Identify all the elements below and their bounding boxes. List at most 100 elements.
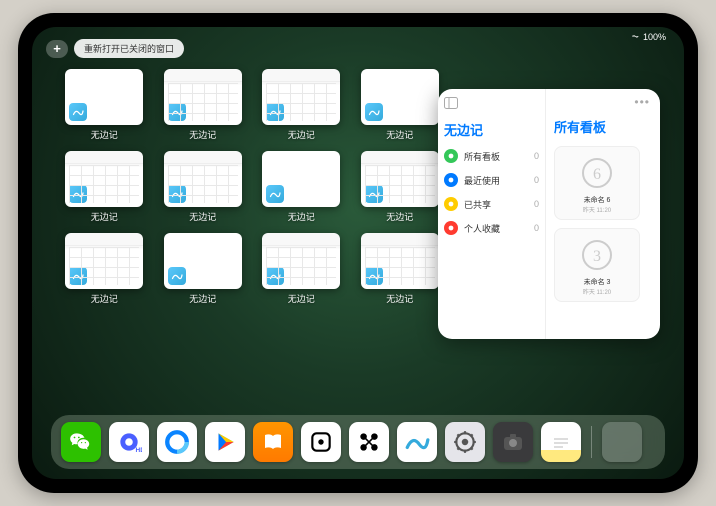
connect-icon[interactable] [349,422,389,462]
window-label: 无边记 [189,210,216,223]
category-icon [444,173,458,187]
app-window[interactable]: 无边记 [62,233,147,305]
dock: HD [51,415,665,469]
app-window[interactable]: 无边记 [259,151,344,223]
browser-icon[interactable] [157,422,197,462]
freeform-icon[interactable] [397,422,437,462]
freeform-widget[interactable]: 无边记 所有看板 0 最近使用 0 已共享 0 个人收藏 0 ••• 所有看板 6 未命名 6昨… [438,89,660,339]
app-window[interactable]: 无边记 [259,233,344,305]
more-icon[interactable]: ••• [634,95,650,109]
camera-icon[interactable] [493,422,533,462]
app-window[interactable]: 无边记 [62,151,147,223]
category-count: 0 [534,175,539,185]
freeform-app-icon [365,267,383,285]
window-label: 无边记 [386,292,413,305]
app-window[interactable]: 无边记 [259,69,344,141]
dice-icon[interactable] [301,422,341,462]
category-icon [444,197,458,211]
window-thumbnail [361,151,439,207]
freeform-app-icon [365,185,383,203]
ipad-frame: ⏦ 100% + 重新打开已关闭的窗口 无边记无边记无边记无边记无边记无边记无边… [18,13,698,493]
freeform-app-icon [69,267,87,285]
window-thumbnail [262,69,340,125]
window-label: 无边记 [189,128,216,141]
category-label: 所有看板 [464,150,500,163]
window-label: 无边记 [288,292,315,305]
screen: ⏦ 100% + 重新打开已关闭的窗口 无边记无边记无边记无边记无边记无边记无边… [32,27,684,479]
window-label: 无边记 [189,292,216,305]
category-count: 0 [534,199,539,209]
widget-category-item[interactable]: 个人收藏 0 [444,221,539,235]
widget-right-title: 所有看板 [554,117,652,136]
window-thumbnail [262,151,340,207]
window-thumbnail [65,69,143,125]
quark-icon[interactable]: HD [109,422,149,462]
widget-sidebar: 无边记 所有看板 0 最近使用 0 已共享 0 个人收藏 0 [438,89,546,339]
board-card[interactable]: 6 未命名 6昨天 11:20 [554,146,640,220]
board-preview: 6 [577,153,617,193]
app-window[interactable]: 无边记 [358,69,443,141]
svg-text:6: 6 [593,166,601,183]
app-window[interactable]: 无边记 [161,233,246,305]
app-window[interactable]: 无边记 [161,69,246,141]
freeform-app-icon [168,103,186,121]
category-count: 0 [534,151,539,161]
category-icon [444,149,458,163]
app-switcher-grid: 无边记无边记无边记无边记无边记无边记无边记无边记无边记无边记无边记无边记 [62,69,442,305]
window-thumbnail [164,233,242,289]
window-thumbnail [361,233,439,289]
wechat-icon[interactable] [61,422,101,462]
settings-icon[interactable] [445,422,485,462]
freeform-app-icon [69,103,87,121]
board-label: 未命名 3 [584,277,611,287]
widget-category-item[interactable]: 所有看板 0 [444,149,539,163]
window-label: 无边记 [386,128,413,141]
freeform-app-icon [69,185,87,203]
category-count: 0 [534,223,539,233]
app-library-icon[interactable] [602,422,642,462]
freeform-app-icon [365,103,383,121]
category-label: 最近使用 [464,174,500,187]
freeform-app-icon [168,267,186,285]
play-icon[interactable] [205,422,245,462]
books-icon[interactable] [253,422,293,462]
widget-category-item[interactable]: 已共享 0 [444,197,539,211]
sidebar-toggle-icon[interactable] [444,97,539,112]
widget-main: ••• 所有看板 6 未命名 6昨天 11:20 3 未命名 3 昨天 11:20 [546,89,660,339]
board-card[interactable]: 3未命名 3昨天 11:20 [554,228,640,302]
board-label: 未命名 6 [584,195,611,205]
window-thumbnail [262,233,340,289]
board-timestamp: 昨天 11:20 [583,205,611,214]
window-label: 无边记 [288,128,315,141]
app-window[interactable]: 无边记 [358,233,443,305]
window-thumbnail [164,69,242,125]
category-label: 个人收藏 [464,222,500,235]
svg-text:3: 3 [593,248,601,265]
window-thumbnail [65,151,143,207]
widget-category-item[interactable]: 最近使用 0 [444,173,539,187]
widget-left-title: 无边记 [444,120,539,139]
window-label: 无边记 [91,210,118,223]
svg-text:HD: HD [136,447,143,454]
app-window[interactable]: 无边记 [62,69,147,141]
app-window[interactable]: 无边记 [161,151,246,223]
freeform-app-icon [168,185,186,203]
dock-divider [591,426,592,458]
category-label: 已共享 [464,198,491,211]
window-thumbnail [164,151,242,207]
window-label: 无边记 [91,128,118,141]
top-controls: + 重新打开已关闭的窗口 [46,39,184,58]
battery-label: 100% [643,32,666,42]
freeform-app-icon [266,267,284,285]
freeform-app-icon [266,103,284,121]
status-bar: ⏦ 100% [632,31,666,42]
reopen-closed-button[interactable]: 重新打开已关闭的窗口 [74,39,184,58]
window-label: 无边记 [288,210,315,223]
window-thumbnail [361,69,439,125]
window-thumbnail [65,233,143,289]
app-window[interactable]: 无边记 [358,151,443,223]
new-window-button[interactable]: + [46,40,68,58]
window-label: 无边记 [91,292,118,305]
notes-icon[interactable] [541,422,581,462]
freeform-app-icon [266,185,284,203]
